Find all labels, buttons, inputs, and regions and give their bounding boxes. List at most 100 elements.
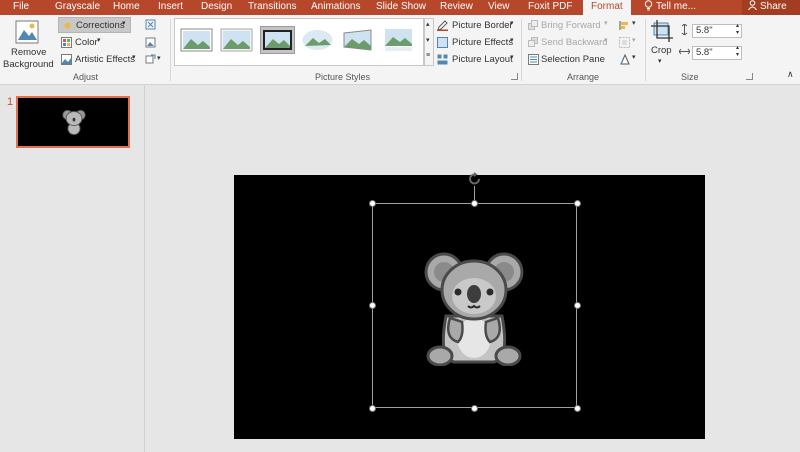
group-dropdown-icon[interactable]: ▾	[632, 36, 636, 44]
adjust-group-label: Adjust	[73, 72, 99, 82]
remove-background-label-2: Background	[3, 59, 54, 70]
send-backward-icon	[528, 37, 538, 47]
gallery-scrollbar[interactable]: ▴ ▾ ≡	[424, 18, 434, 66]
tab-slide-show[interactable]: Slide Show	[376, 0, 426, 15]
remove-background-icon	[15, 20, 39, 44]
picture-styles-gallery	[174, 18, 424, 66]
picture-border-dropdown-icon: ▾	[510, 20, 514, 27]
collapse-ribbon-icon[interactable]: ∧	[787, 69, 794, 80]
color-dropdown-icon: ▾	[97, 37, 101, 44]
tab-transitions[interactable]: Transitions	[248, 0, 297, 15]
resize-handle-bottom[interactable]	[471, 405, 478, 412]
bring-forward-dropdown-icon: ▾	[604, 20, 608, 27]
color-label: Color	[75, 37, 98, 48]
picture-style-selected[interactable]	[260, 26, 295, 54]
height-value: 5.8"	[696, 25, 713, 36]
crop-icon	[651, 20, 673, 42]
group-objects-icon[interactable]	[619, 37, 630, 48]
remove-background-label-1: Remove	[11, 47, 47, 58]
group-divider	[521, 19, 522, 81]
height-spinner-icon[interactable]: ▴ ▾	[736, 23, 739, 37]
picture-effects-button[interactable]: Picture Effects ▾	[437, 36, 517, 50]
picture-layout-dropdown-icon: ▾	[510, 54, 514, 61]
selection-pane-label: Selection Pane	[541, 54, 605, 65]
tab-review[interactable]: Review	[440, 0, 473, 15]
share-button[interactable]: Share	[742, 0, 800, 15]
width-value: 5.8"	[696, 47, 713, 58]
crop-label: Crop	[651, 45, 672, 56]
picture-style-soft-edge[interactable]	[301, 27, 334, 53]
tab-insert[interactable]: Insert	[158, 0, 183, 15]
compress-pictures-icon[interactable]	[145, 19, 156, 30]
person-icon	[748, 0, 757, 11]
picture-style-perspective[interactable]	[341, 27, 374, 53]
slide-number: 1	[7, 96, 14, 108]
remove-background-button[interactable]: Remove Background	[2, 18, 54, 70]
align-dropdown-icon[interactable]: ▾	[632, 19, 636, 27]
gallery-scroll-up-icon[interactable]: ▴	[426, 20, 430, 28]
reset-picture-dropdown-icon[interactable]: ▾	[157, 54, 161, 62]
resize-handle-left[interactable]	[369, 302, 376, 309]
picture-styles-launcher-icon[interactable]	[511, 73, 518, 80]
tab-view[interactable]: View	[488, 0, 510, 15]
tab-foxit-pdf[interactable]: Foxit PDF	[528, 0, 572, 15]
crop-button[interactable]: Crop ▾	[649, 18, 675, 70]
resize-handle-top-right[interactable]	[574, 200, 581, 207]
picture-effects-dropdown-icon: ▾	[510, 37, 514, 44]
ribbon: Remove Background Corrections ▾ Color ▾ …	[0, 15, 800, 85]
bring-forward-button[interactable]: Bring Forward ▾	[528, 19, 610, 33]
change-picture-icon[interactable]	[145, 37, 156, 48]
gallery-more-icon[interactable]: ≡	[426, 52, 430, 59]
width-input[interactable]: 5.8" ▴ ▾	[692, 45, 742, 60]
group-divider	[170, 19, 171, 81]
resize-handle-top-left[interactable]	[369, 200, 376, 207]
resize-handle-bottom-left[interactable]	[369, 405, 376, 412]
size-group-label: Size	[681, 72, 699, 82]
picture-style-beveled[interactable]	[220, 27, 253, 53]
picture-selection-frame	[372, 203, 577, 408]
height-input[interactable]: 5.8" ▴ ▾	[692, 23, 742, 38]
resize-handle-right[interactable]	[574, 302, 581, 309]
height-icon	[681, 24, 688, 35]
picture-layout-button[interactable]: Picture Layout ▾	[437, 53, 517, 67]
lightbulb-icon	[644, 0, 653, 11]
send-backward-button[interactable]: Send Backward ▾	[528, 36, 610, 50]
tab-file[interactable]: File	[13, 0, 29, 15]
tell-me-label: Tell me...	[656, 1, 697, 12]
share-label: Share	[760, 1, 787, 12]
group-divider	[645, 19, 646, 81]
picture-style-reflected[interactable]	[382, 27, 415, 53]
crop-dropdown-icon: ▾	[658, 58, 662, 65]
picture-border-button[interactable]: Picture Border ▾	[437, 19, 517, 33]
rotate-icon[interactable]	[619, 54, 630, 65]
tab-format[interactable]: Format	[583, 0, 631, 15]
artistic-effects-button[interactable]: Artistic Effects ▾	[58, 52, 138, 67]
bring-forward-icon	[528, 20, 538, 30]
bring-forward-label: Bring Forward	[541, 20, 601, 31]
slide-thumbnail[interactable]	[16, 96, 130, 148]
width-spinner-icon[interactable]: ▴ ▾	[736, 45, 739, 59]
tell-me-box[interactable]: Tell me...	[644, 0, 696, 15]
resize-handle-bottom-right[interactable]	[574, 405, 581, 412]
size-launcher-icon[interactable]	[746, 73, 753, 80]
resize-handle-top[interactable]	[471, 200, 478, 207]
picture-styles-group-label: Picture Styles	[315, 72, 371, 82]
artistic-effects-label: Artistic Effects	[75, 54, 136, 65]
tab-animations[interactable]: Animations	[311, 0, 360, 15]
arrange-group-label: Arrange	[567, 72, 600, 82]
tab-grayscale[interactable]: Grayscale	[55, 0, 100, 15]
gallery-scroll-down-icon[interactable]: ▾	[426, 36, 430, 44]
rotate-dropdown-icon[interactable]: ▾	[632, 53, 636, 61]
align-icon[interactable]	[619, 20, 630, 31]
layout-icon	[437, 54, 448, 65]
tab-design[interactable]: Design	[201, 0, 232, 15]
selection-pane-button[interactable]: Selection Pane	[528, 53, 610, 67]
sun-icon	[64, 22, 71, 29]
reset-picture-icon[interactable]	[145, 54, 156, 65]
picture-style-simple-frame[interactable]	[180, 27, 213, 53]
rotate-handle-icon[interactable]	[468, 172, 482, 186]
tab-home[interactable]: Home	[113, 0, 140, 15]
effects-icon	[437, 37, 448, 48]
corrections-button[interactable]: Corrections ▾	[58, 17, 131, 33]
color-button[interactable]: Color ▾	[58, 35, 118, 50]
